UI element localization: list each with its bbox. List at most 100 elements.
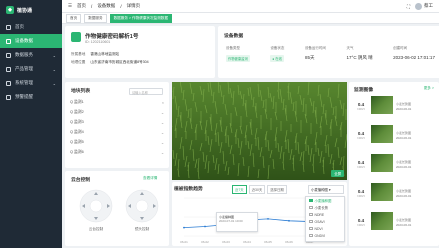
dropdown-option[interactable]: GNDVI bbox=[306, 232, 344, 239]
trend-filter-1[interactable]: 近30天 bbox=[248, 185, 266, 194]
trend-point bbox=[288, 219, 290, 222]
app-logo: ◆ 植协通 bbox=[0, 0, 62, 20]
checkbox[interactable] bbox=[309, 226, 313, 231]
pan-control-pad[interactable] bbox=[79, 189, 113, 223]
crop-thumbnail[interactable] bbox=[371, 183, 393, 201]
chevron-down-icon[interactable]: ⌄ bbox=[161, 150, 164, 155]
chevron-down-icon[interactable]: ⌄ bbox=[161, 120, 164, 125]
sidebar-item-4[interactable]: 系统管理 ⌄ bbox=[0, 76, 62, 90]
crop-field-image bbox=[172, 82, 347, 180]
ndvi-value: 0.4 NDVI bbox=[357, 160, 365, 169]
sidebar-item-5[interactable]: 预警提醒 bbox=[0, 90, 62, 104]
stat-4: 创建时间 2023-06-02 17:01:17 bbox=[393, 46, 435, 60]
ptz-detail-link[interactable]: 查看详情 bbox=[143, 176, 157, 181]
checkbox[interactable] bbox=[309, 212, 313, 217]
device-location: 地理位置 山东省济南市历城区西北街道8号304 bbox=[71, 60, 149, 64]
checkbox[interactable] bbox=[309, 198, 313, 203]
breadcrumb-sep: / bbox=[91, 3, 93, 9]
trend-point bbox=[204, 225, 206, 228]
dropdown-option[interactable]: 小麦播种图 bbox=[306, 197, 344, 204]
breadcrumb-home[interactable]: 首页 bbox=[77, 3, 86, 9]
dropdown-option[interactable]: NDVI bbox=[306, 225, 344, 232]
crop-thumbnail[interactable] bbox=[371, 125, 393, 143]
plot-list-item[interactable]: Q 监测3 ⌄ bbox=[70, 120, 164, 125]
chevron-down-icon: ⌄ bbox=[52, 80, 56, 86]
chevron-down-icon: ⌄ bbox=[52, 66, 56, 72]
chevron-down-icon[interactable]: ⌄ bbox=[161, 110, 164, 115]
trend-filter-0[interactable]: 近7天 bbox=[232, 185, 247, 194]
device-stats-card: 设备数据 设备类型 作物健康监测 设备状态 ● 在线 设备运行时间 85天 天气 17°C 阴… bbox=[218, 26, 439, 78]
sidebar-item-2[interactable]: 数据服务 ⌄ bbox=[0, 48, 62, 62]
monitor-row[interactable]: 0.4 NDVI 小麦长势图 2023-06-01 bbox=[354, 96, 434, 117]
tab-1[interactable]: 数据服务 bbox=[84, 13, 107, 23]
stats-title: 设备数据 bbox=[224, 34, 244, 39]
close-icon[interactable]: × bbox=[162, 101, 164, 105]
trend-title: 植被指数趋势 bbox=[174, 187, 203, 192]
dropdown-option[interactable]: OSAVI bbox=[306, 218, 344, 225]
trend-point bbox=[183, 226, 185, 229]
zoom-control-pad[interactable] bbox=[125, 189, 159, 223]
chevron-down-icon: ⌄ bbox=[52, 52, 56, 58]
plot-list-item[interactable]: Q 监测4 ⌄ bbox=[70, 130, 164, 135]
tab-2[interactable]: 数据服务 > 作物健康状况监测数据 bbox=[109, 13, 172, 23]
avatar bbox=[415, 2, 422, 10]
trend-point bbox=[267, 218, 269, 220]
crop-thumbnail[interactable] bbox=[371, 212, 393, 230]
plot-list-item[interactable]: Q 监测6 ⌄ bbox=[70, 150, 164, 155]
crop-thumbnail[interactable] bbox=[371, 154, 393, 172]
fullscreen-icon[interactable]: ⛶ bbox=[407, 4, 410, 9]
index-select[interactable]: 小麦播种图 ▾ bbox=[308, 185, 344, 194]
video-feed[interactable]: 全屏 bbox=[172, 82, 347, 180]
dropdown-option[interactable]: NDRE bbox=[306, 211, 344, 218]
monitor-row[interactable]: 0.4 NDVI 小麦长势图 2023-06-01 bbox=[354, 183, 434, 204]
index-dropdown: 小麦播种图 小麦长势 NDRE OSAVI NDVI GNDVI bbox=[305, 196, 345, 242]
plot-search-input[interactable]: 请输入名称 bbox=[129, 88, 163, 95]
plot-list-item[interactable]: Q 监测1 × bbox=[70, 100, 164, 105]
x-tick-label: 06-02 bbox=[201, 240, 209, 244]
sidebar-item-1[interactable]: 设备数据 bbox=[0, 34, 62, 48]
monitor-row[interactable]: 0.4 NDVI 小麦长势图 2023-06-01 bbox=[354, 154, 434, 175]
checkbox[interactable] bbox=[309, 219, 313, 224]
zoom-control-label: 镜头控制 bbox=[134, 227, 150, 231]
plot-list-card: 地块列表 请输入名称 Q 监测1 × Q 监测2 ⌄ Q 监测3 ⌄ Q 监测4 ⌄ Q 监测5… bbox=[65, 82, 169, 168]
plot-list-item[interactable]: Q 监测5 ⌄ bbox=[70, 140, 164, 145]
nav-icon bbox=[6, 38, 11, 44]
stat-3: 天气 17°C 阴风 晴 bbox=[346, 46, 373, 60]
sidebar-item-0[interactable]: 首页 bbox=[0, 20, 62, 34]
breadcrumb-devices[interactable]: 设备数据 bbox=[97, 3, 115, 9]
x-tick-label: 06-03 bbox=[222, 240, 230, 244]
crop-thumbnail[interactable] bbox=[371, 96, 393, 114]
device-info-card: 作物健康密码解析1号 ID: 1202110601 所属基地 香港山林地监测站 地… bbox=[65, 26, 215, 78]
breadcrumb-current: 详情页 bbox=[126, 3, 141, 8]
x-tick-label: 06-06 bbox=[285, 240, 293, 244]
monitor-row[interactable]: 0.4 NDVI 小麦长势图 2023-06-01 bbox=[354, 212, 434, 233]
tab-0[interactable]: 首页 bbox=[66, 13, 82, 23]
nav-icon bbox=[6, 94, 11, 100]
sidebar: ◆ 植协通 首页 设备数据 数据服务 ⌄ 产品管理 ⌄ 系统管理 ⌄ 预警提醒 bbox=[0, 0, 62, 248]
monitor-more-link[interactable]: 更多 > bbox=[424, 86, 434, 91]
menu-icon[interactable]: ☰ bbox=[68, 3, 72, 9]
chevron-down-icon[interactable]: ⌄ bbox=[161, 140, 164, 145]
checkbox[interactable] bbox=[309, 205, 313, 210]
checkbox[interactable] bbox=[309, 233, 313, 238]
ndvi-value: 0.4 NDVI bbox=[357, 189, 365, 198]
topbar: ☰ 首页 / 设备数据 / 详情页 ⛶ 蔡工 bbox=[62, 0, 439, 13]
trend-filter-2[interactable]: 选择日期 bbox=[267, 185, 287, 194]
nav-icon bbox=[6, 80, 11, 86]
fullscreen-button[interactable]: 全屏 bbox=[331, 170, 344, 177]
breadcrumb-sep: / bbox=[120, 3, 122, 9]
dropdown-option[interactable]: 小麦长势 bbox=[306, 204, 344, 211]
monitor-images-card: 监测图像 更多 > 0.4 NDVI 小麦长势图 2023-06-01 0.4 NDVI 小… bbox=[349, 82, 439, 246]
x-tick-label: 06-04 bbox=[243, 240, 251, 244]
chevron-down-icon[interactable]: ⌄ bbox=[161, 130, 164, 135]
stat-1: 设备状态 ● 在线 bbox=[270, 46, 285, 62]
sidebar-item-3[interactable]: 产品管理 ⌄ bbox=[0, 62, 62, 76]
device-id: ID: 1202110601 bbox=[85, 40, 111, 44]
plot-list-item[interactable]: Q 监测2 ⌄ bbox=[70, 110, 164, 115]
device-name: 作物健康密码解析1号 bbox=[85, 34, 139, 40]
user-menu[interactable]: 蔡工 bbox=[415, 2, 433, 10]
monitor-row[interactable]: 0.4 NDVI 小麦长势图 2023-06-01 bbox=[354, 125, 434, 146]
ndvi-value: 0.4 NDVI bbox=[357, 131, 365, 140]
stat-0: 设备类型 作物健康监测 bbox=[226, 46, 250, 62]
ptz-title: 云台控制 bbox=[71, 178, 91, 183]
